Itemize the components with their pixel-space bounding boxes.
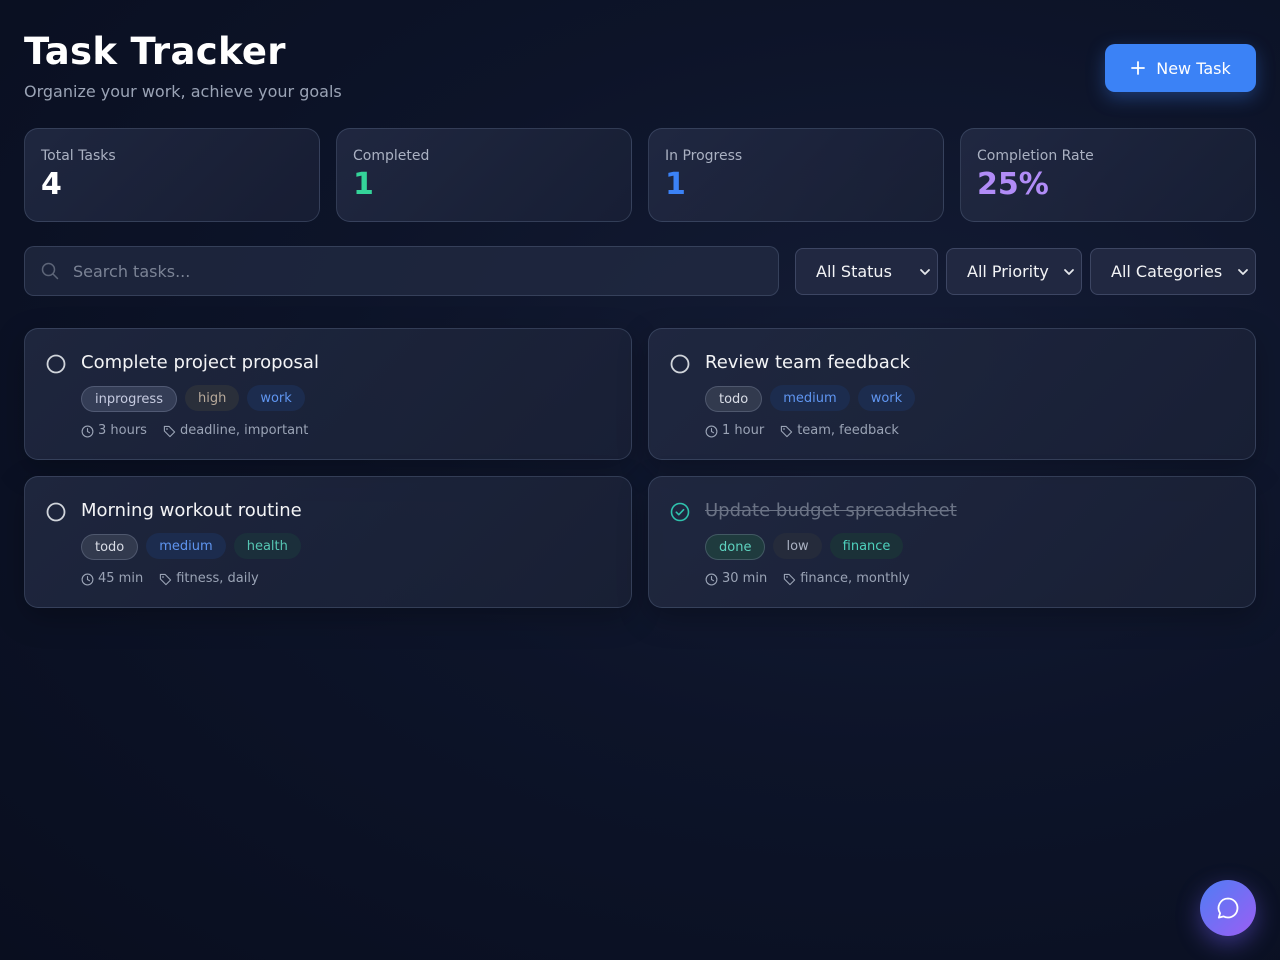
new-task-button[interactable]: New Task bbox=[1105, 44, 1256, 92]
search-input[interactable] bbox=[73, 261, 753, 281]
stat-value: 1 bbox=[665, 167, 686, 202]
task-meta: 45 min fitness, daily bbox=[81, 571, 275, 587]
task-labels: team, feedback bbox=[780, 423, 899, 439]
task-tags: todo medium health bbox=[81, 533, 301, 560]
task-card[interactable]: Complete project proposal inprogress hig… bbox=[24, 328, 632, 460]
task-labels: finance, monthly bbox=[783, 571, 910, 587]
labels-text: finance, monthly bbox=[800, 571, 910, 586]
stats-row: Total Tasks 4 Completed 1 In Progress 1 … bbox=[24, 128, 1256, 222]
status-filter-select[interactable]: All Status bbox=[795, 248, 938, 295]
category-filter-select[interactable]: All Categories bbox=[1090, 248, 1256, 295]
task-duration: 45 min bbox=[81, 571, 143, 587]
category-badge: work bbox=[247, 385, 305, 411]
task-card[interactable]: Morning workout routine todo medium heal… bbox=[24, 476, 632, 608]
page-subtitle: Organize your work, achieve your goals bbox=[24, 82, 342, 101]
priority-badge: medium bbox=[770, 385, 850, 411]
priority-filter-select[interactable]: All Priority bbox=[946, 248, 1082, 295]
status-badge: done bbox=[705, 534, 766, 560]
chevron-down-icon bbox=[1238, 269, 1248, 275]
stat-completed: Completed 1 bbox=[336, 128, 632, 222]
priority-badge: high bbox=[184, 385, 240, 411]
task-title: Review team feedback bbox=[705, 352, 911, 373]
clock-icon bbox=[705, 425, 718, 437]
tag-icon bbox=[160, 573, 172, 585]
tag-icon bbox=[163, 425, 176, 437]
new-task-label: New Task bbox=[1156, 58, 1231, 78]
stat-value: 1 bbox=[353, 167, 374, 202]
duration-text: 3 hours bbox=[98, 423, 147, 438]
task-tags: inprogress high work bbox=[81, 385, 305, 412]
task-tags: todo medium work bbox=[705, 385, 916, 412]
stat-label: In Progress bbox=[665, 148, 743, 164]
stat-in-progress: In Progress 1 bbox=[648, 128, 944, 222]
task-duration: 30 min bbox=[705, 571, 767, 587]
labels-text: deadline, important bbox=[179, 423, 309, 438]
task-card[interactable]: Review team feedback todo medium work 1 … bbox=[648, 328, 1256, 460]
filter-bar: All Status All Priority All Categories bbox=[24, 246, 1256, 296]
search-icon bbox=[41, 262, 59, 280]
task-duration: 3 hours bbox=[81, 423, 147, 439]
stat-label: Completed bbox=[353, 148, 430, 164]
stat-label: Completion Rate bbox=[977, 148, 1094, 164]
clock-icon bbox=[81, 425, 94, 437]
tag-icon bbox=[784, 573, 796, 585]
duration-text: 30 min bbox=[722, 571, 768, 586]
chevron-down-icon bbox=[920, 269, 930, 275]
category-filter-value: All Categories bbox=[1111, 262, 1223, 281]
category-badge: finance bbox=[829, 533, 904, 559]
stat-completion-rate: Completion Rate 25% bbox=[960, 128, 1256, 222]
category-badge: health bbox=[233, 533, 301, 559]
chevron-down-icon bbox=[1064, 269, 1074, 275]
tag-icon bbox=[781, 425, 793, 437]
stat-value: 4 bbox=[41, 167, 62, 202]
status-filter-value: All Status bbox=[816, 262, 892, 281]
task-labels: fitness, daily bbox=[159, 571, 259, 587]
labels-text: team, feedback bbox=[797, 423, 899, 438]
task-meta: 30 min finance, monthly bbox=[705, 571, 926, 587]
status-badge: inprogress bbox=[81, 386, 177, 412]
circle-icon[interactable] bbox=[45, 501, 67, 523]
task-tags: done low finance bbox=[705, 533, 904, 560]
stat-total-tasks: Total Tasks 4 bbox=[24, 128, 320, 222]
priority-badge: low bbox=[773, 533, 822, 559]
duration-text: 1 hour bbox=[722, 423, 765, 438]
task-meta: 3 hours deadline, important bbox=[81, 423, 324, 439]
priority-badge: medium bbox=[146, 533, 226, 559]
search-box[interactable] bbox=[24, 246, 779, 296]
task-title: Morning workout routine bbox=[81, 500, 302, 521]
labels-text: fitness, daily bbox=[176, 571, 259, 586]
task-duration: 1 hour bbox=[705, 423, 764, 439]
category-badge: work bbox=[857, 385, 916, 411]
status-badge: todo bbox=[81, 534, 139, 560]
status-badge: todo bbox=[705, 386, 763, 412]
task-title: Update budget spreadsheet bbox=[705, 500, 957, 521]
task-meta: 1 hour team, feedback bbox=[705, 423, 915, 439]
stat-value: 25% bbox=[977, 167, 1049, 202]
chat-bubble-icon bbox=[1217, 897, 1239, 919]
page-title: Task Tracker bbox=[24, 30, 286, 73]
clock-icon bbox=[81, 573, 94, 585]
circle-icon[interactable] bbox=[45, 353, 67, 375]
check-circle-icon[interactable] bbox=[669, 501, 691, 523]
chat-button[interactable] bbox=[1200, 880, 1256, 936]
task-labels: deadline, important bbox=[163, 423, 308, 439]
duration-text: 45 min bbox=[98, 571, 144, 586]
task-card[interactable]: Update budget spreadsheet done low finan… bbox=[648, 476, 1256, 608]
clock-icon bbox=[705, 573, 718, 585]
stat-label: Total Tasks bbox=[41, 148, 116, 164]
circle-icon[interactable] bbox=[669, 353, 691, 375]
priority-filter-value: All Priority bbox=[967, 262, 1049, 281]
task-tracker-app: Task Tracker Organize your work, achieve… bbox=[24, 0, 1256, 960]
task-title: Complete project proposal bbox=[81, 352, 319, 373]
plus-icon bbox=[1131, 61, 1146, 75]
page-header: Task Tracker Organize your work, achieve… bbox=[24, 30, 1256, 110]
